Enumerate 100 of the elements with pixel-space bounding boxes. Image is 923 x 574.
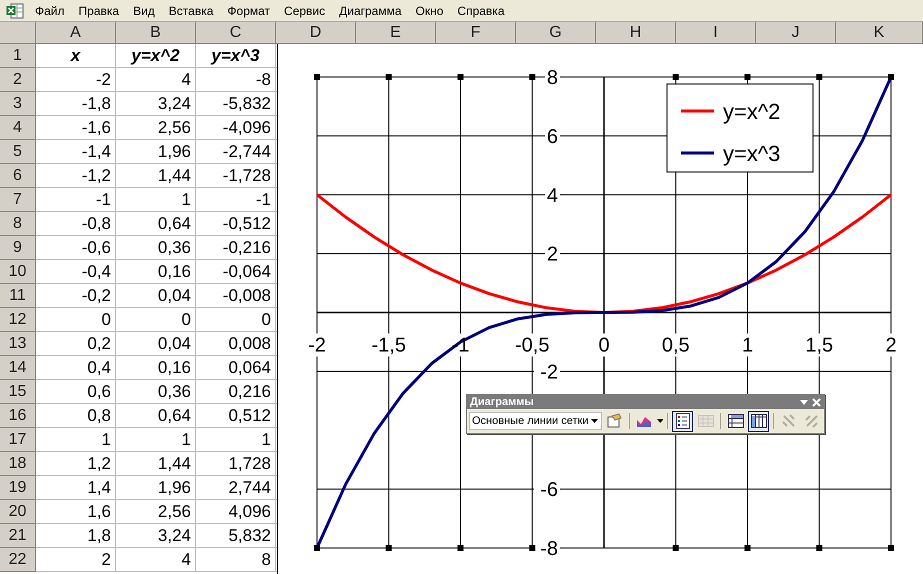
- table-cell: 1,728: [196, 452, 276, 476]
- row-header[interactable]: 2: [0, 68, 36, 92]
- row-header[interactable]: 3: [0, 92, 36, 116]
- column-header[interactable]: G: [516, 22, 596, 44]
- row-header[interactable]: 9: [0, 236, 36, 260]
- column-header[interactable]: D: [276, 22, 356, 44]
- column-header[interactable]: F: [436, 22, 516, 44]
- axis-tick-label: 2: [546, 244, 558, 266]
- axis-tick-label: 0,5: [662, 334, 690, 356]
- table-cell: -0,064: [196, 260, 276, 284]
- menu-item[interactable]: Правка: [72, 4, 126, 18]
- column-header[interactable]: J: [756, 22, 836, 44]
- axis-tick-label: 1: [742, 334, 754, 356]
- menu-item[interactable]: Формат: [220, 4, 278, 18]
- axis-tick-label: -6: [540, 479, 558, 502]
- table-cell: 4,096: [196, 500, 276, 524]
- table-cell: 0,512: [196, 404, 276, 428]
- table-cell: 1,96: [116, 140, 196, 164]
- table-cell: -1,2: [36, 164, 116, 188]
- row-header[interactable]: 1: [0, 44, 36, 68]
- table-cell: -1: [36, 188, 116, 212]
- table-cell: 3,24: [116, 524, 196, 548]
- table-cell: -1,728: [196, 164, 276, 188]
- table-cell: -2,744: [196, 140, 276, 164]
- table-cell: 0,8: [36, 404, 116, 428]
- row-header[interactable]: 21: [0, 524, 36, 548]
- table-cell: 0,6: [36, 380, 116, 404]
- row-header[interactable]: 20: [0, 500, 36, 524]
- table-cell: -1,8: [36, 92, 116, 116]
- table-cell: -0,008: [196, 284, 276, 308]
- table-cell: 0,16: [116, 356, 196, 380]
- table-cell: -5,832: [196, 92, 276, 116]
- table-cell: 0,216: [196, 380, 276, 404]
- table-cell: -2: [36, 68, 116, 92]
- row-header[interactable]: 18: [0, 452, 36, 476]
- table-cell: 0,04: [116, 332, 196, 356]
- row-header[interactable]: 22: [0, 548, 36, 572]
- menu-item[interactable]: Справка: [450, 4, 512, 18]
- column-header[interactable]: K: [836, 22, 923, 44]
- row-header[interactable]: 12: [0, 308, 36, 332]
- column-header[interactable]: C: [196, 22, 276, 44]
- column-header[interactable]: B: [116, 22, 196, 44]
- table-cell: 0,064: [196, 356, 276, 380]
- menu-item[interactable]: Вставка: [162, 4, 220, 18]
- table-cell: 0: [196, 308, 276, 332]
- row-header[interactable]: 10: [0, 260, 36, 284]
- table-cell: -4,096: [196, 116, 276, 140]
- table-cell: 0,64: [116, 404, 196, 428]
- menu-item[interactable]: Сервис: [277, 4, 332, 18]
- menu-item[interactable]: Файл: [28, 4, 72, 18]
- row-header[interactable]: 6: [0, 164, 36, 188]
- axis-tick-label: 1,5: [805, 334, 834, 356]
- table-cell: -1,6: [36, 116, 116, 140]
- column-title-cell: y=x^2: [116, 44, 196, 68]
- row-header[interactable]: 11: [0, 284, 36, 308]
- row-header[interactable]: 16: [0, 404, 36, 428]
- column-header[interactable]: A: [36, 22, 116, 44]
- table-cell: 1: [36, 428, 116, 452]
- table-cell: 0,008: [196, 332, 276, 356]
- table-cell: 1,44: [116, 164, 196, 188]
- menu-item[interactable]: Вид: [126, 4, 162, 18]
- table-cell: 4: [116, 68, 196, 92]
- column-header[interactable]: H: [596, 22, 676, 44]
- table-cell: -0,2: [36, 284, 116, 308]
- table-cell: 1,6: [36, 500, 116, 524]
- row-header[interactable]: 14: [0, 356, 36, 380]
- row-header[interactable]: 8: [0, 212, 36, 236]
- axis-tick-label: -1,5: [372, 334, 406, 356]
- table-cell: 2: [36, 548, 116, 572]
- menu-item[interactable]: Диаграмма: [332, 4, 409, 18]
- table-cell: 1,4: [36, 476, 116, 500]
- menu-item[interactable]: Окно: [408, 4, 450, 18]
- table-cell: 0,04: [116, 284, 196, 308]
- table-cell: 2,56: [116, 500, 196, 524]
- column-header[interactable]: E: [356, 22, 436, 44]
- row-header[interactable]: 15: [0, 380, 36, 404]
- row-header[interactable]: 5: [0, 140, 36, 164]
- table-cell: 8: [196, 548, 276, 572]
- table-cell: 3,24: [116, 92, 196, 116]
- table-cell: -0,6: [36, 236, 116, 260]
- table-cell: 0,64: [116, 212, 196, 236]
- column-header[interactable]: I: [676, 22, 756, 44]
- axis-tick-label: -8: [540, 538, 558, 560]
- table-cell: 0,36: [116, 380, 196, 404]
- table-cell: 2,744: [196, 476, 276, 500]
- row-header[interactable]: 13: [0, 332, 36, 356]
- table-cell: 1: [116, 188, 196, 212]
- table-cell: -0,512: [196, 212, 276, 236]
- table-cell: 0: [116, 308, 196, 332]
- chart-element-dropdown[interactable]: Основные линии сетки: [469, 412, 602, 430]
- table-cell: 1,2: [36, 452, 116, 476]
- row-header[interactable]: 19: [0, 476, 36, 500]
- table-cell: 2,56: [116, 116, 196, 140]
- axis-tick-label: 2: [885, 334, 897, 356]
- legend-label: y=x^3: [723, 141, 780, 166]
- row-header[interactable]: 7: [0, 188, 36, 212]
- legend-label: y=x^2: [723, 99, 780, 124]
- table-cell: 0,4: [36, 356, 116, 380]
- row-header[interactable]: 4: [0, 116, 36, 140]
- row-header[interactable]: 17: [0, 428, 36, 452]
